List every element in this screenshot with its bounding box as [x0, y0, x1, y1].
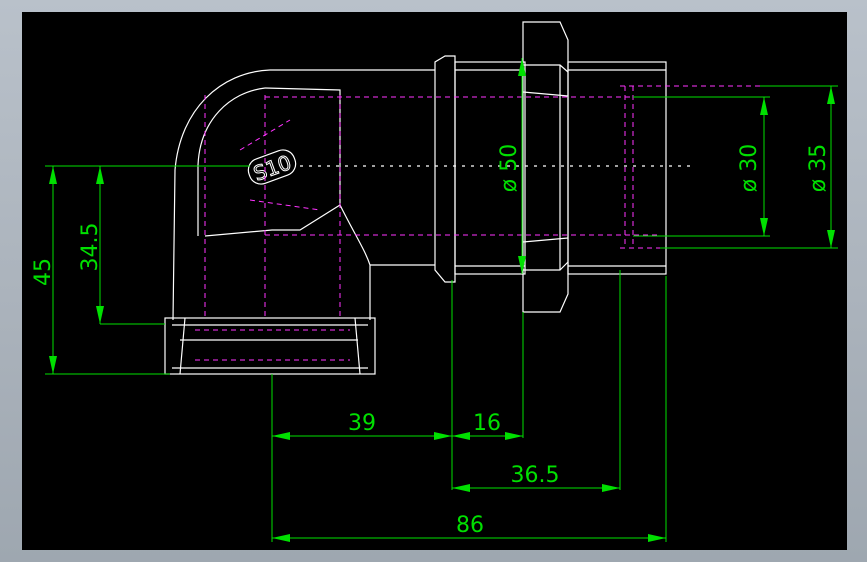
- dimension-lines: [45, 58, 838, 542]
- cad-drawing: S10 45 34.5 39 16 36.5 86 ø 50 ø 30 ø 35: [31, 21, 838, 542]
- dim-dia-35-label: ø 35: [806, 144, 831, 192]
- dim-86-label: 86: [456, 513, 484, 538]
- dim-36-5-label: 36.5: [511, 463, 560, 488]
- part-outline: [164, 21, 690, 375]
- dim-45-label: 45: [31, 258, 56, 286]
- brand-logo: S10: [247, 149, 297, 186]
- cad-drawing-canvas[interactable]: S10 45 34.5 39 16 36.5 86 ø 50 ø 30 ø 35: [22, 12, 847, 550]
- svg-text:S10: S10: [250, 150, 294, 186]
- dim-16-label: 16: [473, 411, 501, 436]
- hidden-lines: [195, 85, 760, 361]
- dimension-arrows: [49, 58, 835, 542]
- dim-34-5-label: 34.5: [78, 223, 103, 272]
- window-frame: S10 45 34.5 39 16 36.5 86 ø 50 ø 30 ø 35: [0, 0, 867, 562]
- dim-dia-50-label: ø 50: [497, 144, 522, 192]
- dim-39-label: 39: [348, 411, 376, 436]
- dim-dia-30-label: ø 30: [737, 144, 762, 192]
